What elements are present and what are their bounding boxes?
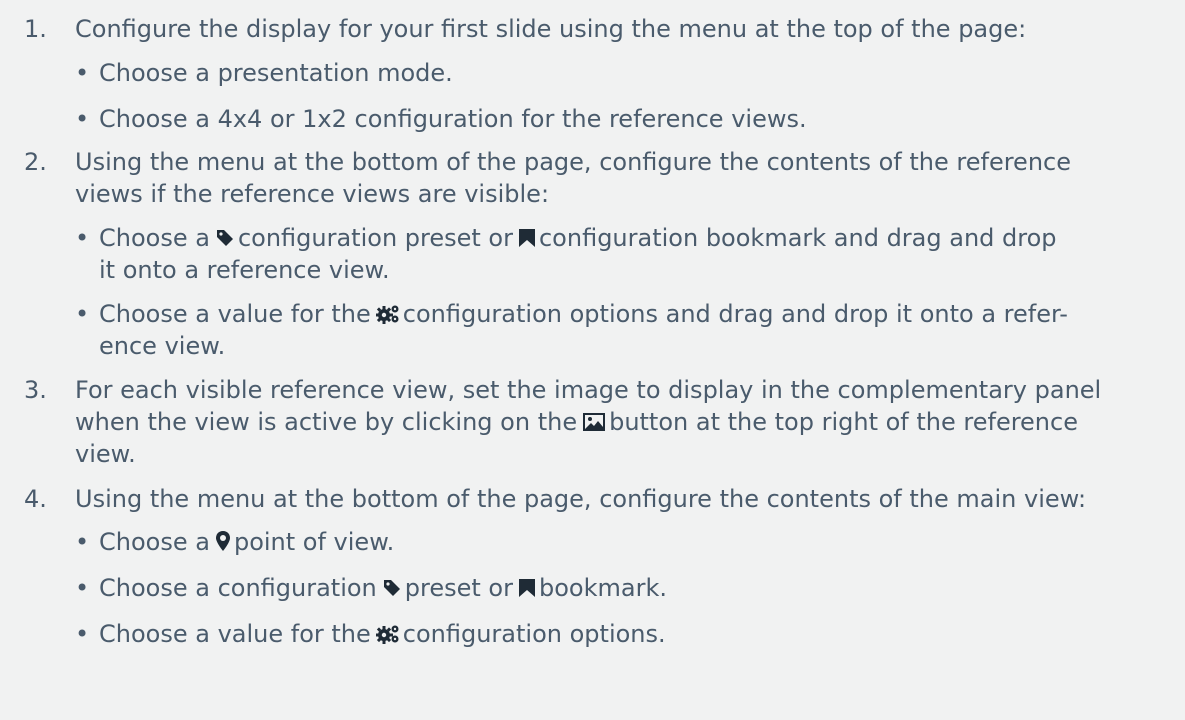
tag-icon <box>215 228 235 248</box>
step-1-number: 1. <box>24 15 47 43</box>
bullet-marker: • <box>75 224 90 252</box>
step-3-line-3: view. <box>75 440 136 468</box>
bullet-marker: • <box>75 59 90 87</box>
step-2-line-1: Using the menu at the bottom of the page… <box>75 148 1071 176</box>
instructions-document: 1. Configure the display for your first … <box>0 0 1185 720</box>
bullet-marker: • <box>75 620 90 648</box>
bullet-text: bookmark. <box>538 574 667 602</box>
step-1-bullet-1: • Choose a presentation mode. <box>75 57 453 89</box>
step-4-text: Using the menu at the bottom of the page… <box>75 485 1087 513</box>
step-2-line-2: views if the reference views are visible… <box>75 180 550 208</box>
bullet-text: configuration options and drag and drop … <box>402 300 1068 328</box>
step-4-bullet-1: • Choose a point of view. <box>75 526 394 558</box>
bullet-text: Choose a value for the <box>99 300 371 328</box>
step-4-bullet-3: • Choose a value for the configuration op… <box>75 618 666 650</box>
bullet-text: point of view. <box>233 528 395 556</box>
bullet-text: Choose a value for the <box>99 620 371 648</box>
bullet-marker: • <box>75 105 90 133</box>
step-1-bullet-2: • Choose a 4x4 or 1x2 configuration for t… <box>75 103 807 135</box>
step-3-line-1: For each visible reference view, set the… <box>75 376 1102 404</box>
bullet-text: Choose a <box>99 224 210 252</box>
line-text: when the view is active by clicking on t… <box>75 408 578 436</box>
cogs-icon <box>375 624 400 644</box>
bullet-text: configuration options. <box>402 620 666 648</box>
bookmark-icon <box>518 578 536 598</box>
image-icon <box>582 412 606 432</box>
bullet-text: configuration preset or <box>237 224 513 252</box>
bullet-text: Choose a 4x4 or 1x2 configuration for th… <box>99 105 807 133</box>
step-2-bullet-1-cont: it onto a reference view. <box>99 256 390 284</box>
bullet-text: preset or <box>404 574 513 602</box>
step-1-text: Configure the display for your first sli… <box>75 15 1027 43</box>
step-2-bullet-1: • Choose a configuration preset or config… <box>75 222 1057 254</box>
map-marker-icon <box>215 530 231 552</box>
tag-icon <box>382 578 402 598</box>
step-3-number: 3. <box>24 376 47 404</box>
step-4-bullet-2: • Choose a configuration preset or bookma… <box>75 572 667 604</box>
bullet-marker: • <box>75 574 90 602</box>
line-text: button at the top right of the reference <box>609 408 1078 436</box>
bullet-text: Choose a <box>99 528 210 556</box>
step-4-number: 4. <box>24 485 47 513</box>
cogs-icon <box>375 304 400 324</box>
bookmark-icon <box>518 228 536 248</box>
bullet-marker: • <box>75 300 90 328</box>
step-2-bullet-2: • Choose a value for the configuration op… <box>75 298 1068 330</box>
bullet-text: Choose a configuration <box>99 574 377 602</box>
step-3-line-2: when the view is active by clicking on t… <box>75 406 1078 438</box>
bullet-marker: • <box>75 528 90 556</box>
step-2-bullet-2-cont: ence view. <box>99 332 226 360</box>
bullet-text: Choose a presentation mode. <box>99 59 453 87</box>
step-2-number: 2. <box>24 148 47 176</box>
bullet-text: configuration bookmark and drag and drop <box>538 224 1057 252</box>
